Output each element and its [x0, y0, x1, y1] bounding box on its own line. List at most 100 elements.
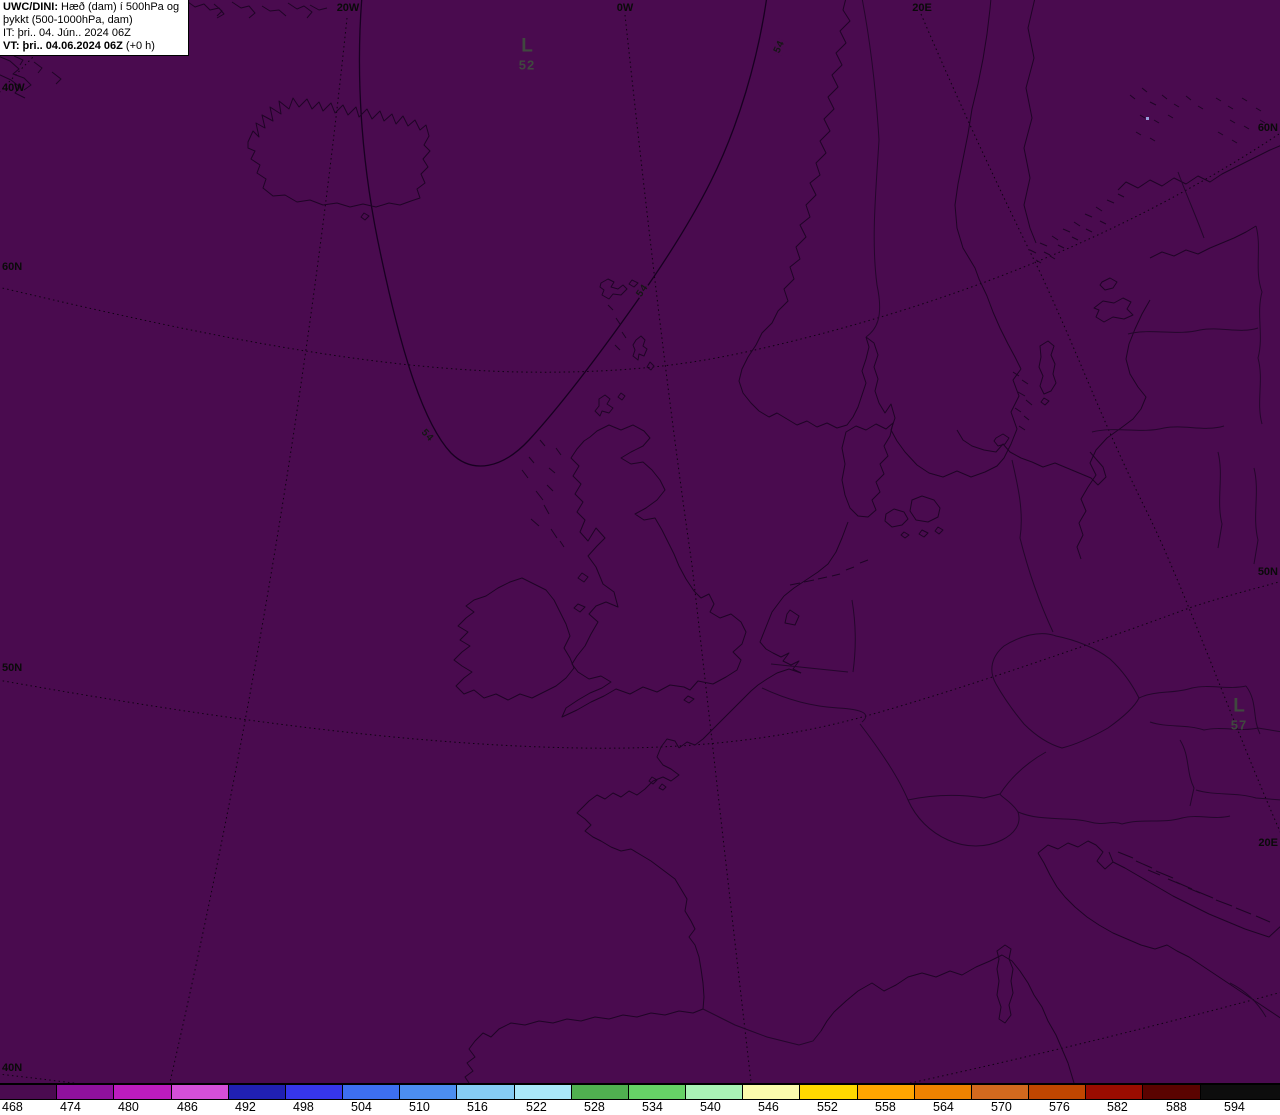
border-estonia-latvia — [1127, 327, 1259, 335]
colorbar-tick-558: 558 — [875, 1100, 896, 1114]
sweden-east-coast — [954, 0, 1022, 370]
colorbar-labels: 468 474 480 486 492 498 504 510 516 522 528 534 540 5… — [0, 1100, 1280, 1115]
colorbar-segment-582 — [1086, 1085, 1144, 1099]
dalmatian-islands — [1117, 851, 1271, 923]
colorbar-swatches — [0, 1085, 1280, 1100]
great-britain-coast — [561, 424, 747, 718]
title-line-2: þykkt (500-1000hPa, dam) — [3, 14, 133, 26]
ireland-coast — [453, 577, 575, 701]
colorbar-tick-468: 468 — [2, 1100, 23, 1114]
mediterranean-coast — [820, 954, 1075, 1083]
gotland-coast — [1038, 340, 1057, 406]
border-germany-netherlands — [851, 599, 856, 673]
border-austria-germany — [999, 751, 1047, 795]
colorbar-tick-564: 564 — [933, 1100, 954, 1114]
german-bight-coast — [783, 521, 849, 597]
frisian-islands — [789, 559, 869, 586]
colorbar-tick-582: 582 — [1107, 1100, 1128, 1114]
baltic-south-coast — [956, 429, 1107, 486]
colorbar-segment-528 — [571, 1085, 629, 1099]
ijsselmeer — [784, 609, 800, 626]
title-line-1: UWC/DINI: Hæð (dam) í 500hPa og — [3, 1, 180, 13]
colorbar-tick-528: 528 — [584, 1100, 605, 1114]
croatia-coast — [1112, 861, 1280, 938]
colorbar-segment-486 — [171, 1085, 229, 1099]
colorbar-tick-492: 492 — [235, 1100, 256, 1114]
colorbar-segment-492 — [228, 1085, 286, 1099]
colorbar-segment-570 — [971, 1085, 1030, 1099]
border-switzerland — [907, 793, 1020, 847]
parallel-40n-left — [0, 1073, 78, 1083]
colorbar-tick-588: 588 — [1166, 1100, 1187, 1114]
netherlands-coast — [759, 595, 802, 674]
colorbar-segment-594 — [1200, 1085, 1280, 1099]
stockholm-archipelago — [1012, 371, 1033, 431]
colorbar-segment-498 — [285, 1085, 344, 1099]
colorbar-segment-474 — [57, 1085, 115, 1099]
colorbar-segment-546 — [743, 1085, 801, 1099]
colorbar-tick-480: 480 — [118, 1100, 139, 1114]
map-canvas — [0, 0, 1280, 1083]
colorbar-segment-576 — [1029, 1085, 1087, 1099]
lake-dot — [1146, 117, 1149, 120]
faroe-islands-coast — [599, 278, 639, 351]
ruegen-island — [993, 433, 1010, 447]
colorbar-tick-546: 546 — [758, 1100, 779, 1114]
border-oder — [1011, 459, 1054, 633]
estonian-islands — [1093, 277, 1134, 323]
country-borders — [702, 0, 1280, 1046]
colorbar-segment-534 — [628, 1085, 687, 1099]
colorbar-segment-588 — [1143, 1085, 1201, 1099]
title-line-3: IT: þri.. 04. Jún.. 2024 06Z — [3, 27, 131, 39]
colorbar-tick-594: 594 — [1224, 1100, 1245, 1114]
graticule-lines — [0, 13, 1280, 1083]
colorbar-segment-540 — [686, 1085, 744, 1099]
meridian-20e — [920, 13, 1280, 833]
thickness-colorbar: 468 474 480 486 492 498 504 510 516 522 528 534 540 5… — [0, 1083, 1280, 1115]
border-france-belgium — [761, 687, 867, 723]
coastlines — [0, 0, 1280, 1083]
colorbar-tick-516: 516 — [467, 1100, 488, 1114]
title-box: UWC/DINI: Hæð (dam) í 500hPa og þykkt (5… — [0, 0, 189, 56]
colorbar-tick-504: 504 — [351, 1100, 372, 1114]
finnish-lakes — [1129, 87, 1266, 144]
colorbar-segment-504 — [343, 1085, 401, 1099]
border-norway-sweden — [861, 0, 881, 338]
estonia-north-coast — [1149, 225, 1257, 259]
finland-west-coast — [1023, 0, 1037, 244]
border-pyrenees — [702, 1008, 822, 1046]
colorbar-tick-510: 510 — [409, 1100, 430, 1114]
border-hungary-south — [1195, 789, 1280, 801]
border-hungary-north — [1149, 721, 1280, 733]
colorbar-segment-522 — [514, 1085, 572, 1099]
meridian-0w — [624, 14, 752, 1083]
border-italy-austria-slovenia — [1017, 811, 1123, 825]
colorbar-tick-576: 576 — [1049, 1100, 1070, 1114]
spain-north-coast — [464, 1008, 704, 1083]
colorbar-tick-552: 552 — [817, 1100, 838, 1114]
finland-south-coast — [1117, 145, 1280, 191]
weather-map-screen: 20W 0W 20E 40W 60N 50N 40N 60N 50N 20E L 52 L 57 54 54 5… — [0, 0, 1280, 1115]
colorbar-tick-540: 540 — [700, 1100, 721, 1114]
iceland-coast — [247, 97, 431, 221]
border-poland-east-2 — [1253, 467, 1259, 565]
colorbar-segment-558 — [857, 1085, 915, 1099]
border-slovakia — [1138, 685, 1247, 699]
channel-french-coast — [678, 668, 802, 749]
finnish-archipelago — [1029, 193, 1125, 264]
meridian-40w — [0, 53, 37, 93]
small-british-isles — [573, 572, 695, 704]
cotentin-coast — [652, 738, 680, 782]
norway-coast — [738, 0, 870, 429]
border-slovenia-croatia — [1121, 815, 1231, 825]
colorbar-tick-486: 486 — [177, 1100, 198, 1114]
parallel-50n — [0, 581, 1280, 749]
border-czechia — [991, 633, 1140, 749]
border-balkans — [1229, 685, 1267, 1018]
contour-540 — [358, 0, 768, 467]
title-line-4: VT: þri.. 04.06.2024 06Z (+0 h) — [3, 40, 155, 52]
valid-time: VT: þri.. 04.06.2024 06Z — [3, 40, 123, 52]
colorbar-tick-522: 522 — [526, 1100, 547, 1114]
brittany-biscay-coast — [576, 780, 705, 1010]
sweden-southwest-coast — [865, 336, 1022, 478]
